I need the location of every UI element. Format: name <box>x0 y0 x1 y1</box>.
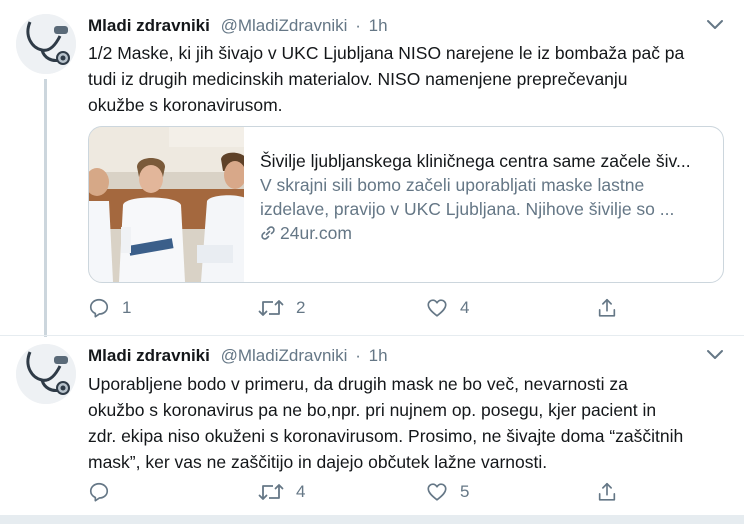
like-button[interactable]: 5 <box>426 480 469 504</box>
card-image <box>89 127 244 282</box>
timeline-separator <box>0 515 744 524</box>
reply-count: 1 <box>122 298 132 317</box>
avatar[interactable] <box>16 14 76 74</box>
card-domain-row: 24ur.com <box>260 221 712 245</box>
card-body: Šivilje ljubljanskega kliničnega centra … <box>260 149 712 245</box>
chevron-down-icon[interactable] <box>706 349 724 361</box>
tweet[interactable]: Mladi zdravniki @MladiZdravniki · 1h 1/2… <box>0 0 744 337</box>
retweet-icon <box>258 300 284 316</box>
timestamp[interactable]: 1h <box>369 346 388 365</box>
separator-dot: · <box>355 346 361 365</box>
author-name[interactable]: Mladi zdravniki <box>88 16 210 35</box>
like-count: 4 <box>460 298 470 317</box>
share-icon <box>598 482 616 501</box>
avatar[interactable] <box>16 344 76 404</box>
tweet-actions: 4 5 <box>88 480 628 504</box>
tweet-header: Mladi zdravniki @MladiZdravniki · 1h <box>88 15 388 37</box>
card-title: Šivilje ljubljanskega kliničnega centra … <box>260 151 691 171</box>
retweet-count: 4 <box>296 482 306 501</box>
card-domain: 24ur.com <box>280 223 352 243</box>
tweet-text: Uporabljene bodo v primeru, da drugih ma… <box>88 374 684 472</box>
tweet-header: Mladi zdravniki @MladiZdravniki · 1h <box>88 345 388 367</box>
link-card[interactable]: Šivilje ljubljanskega kliničnega centra … <box>88 126 724 283</box>
author-handle[interactable]: @MladiZdravniki <box>221 16 348 35</box>
card-description: V skrajni sili bomo začeli uporabljati m… <box>260 175 675 219</box>
author-handle[interactable]: @MladiZdravniki <box>221 346 348 365</box>
reply-button[interactable] <box>88 480 122 504</box>
separator-dot: · <box>355 16 361 35</box>
link-icon <box>261 226 275 240</box>
author-name[interactable]: Mladi zdravniki <box>88 346 210 365</box>
share-icon <box>598 298 616 317</box>
reply-icon <box>89 482 109 502</box>
tweet[interactable]: Mladi zdravniki @MladiZdravniki · 1h Upo… <box>0 336 744 516</box>
tweet-text: 1/2 Maske, ki jih šivajo v UKC Ljubljana… <box>88 43 685 115</box>
reply-icon <box>89 298 109 318</box>
heart-icon <box>427 483 447 501</box>
chevron-down-icon[interactable] <box>706 19 724 31</box>
retweet-count: 2 <box>296 298 306 317</box>
share-button[interactable] <box>596 296 618 320</box>
retweet-button[interactable]: 2 <box>258 296 305 320</box>
timestamp[interactable]: 1h <box>369 16 388 35</box>
retweet-button[interactable]: 4 <box>258 480 305 504</box>
retweet-icon <box>258 484 284 500</box>
stethoscope-icon <box>16 344 76 404</box>
reply-button[interactable]: 1 <box>88 296 131 320</box>
tweet-actions: 1 2 4 <box>88 296 628 320</box>
heart-icon <box>427 299 447 317</box>
thread-line <box>44 79 47 337</box>
stethoscope-icon <box>16 14 76 74</box>
like-count: 5 <box>460 482 470 501</box>
like-button[interactable]: 4 <box>426 296 469 320</box>
share-button[interactable] <box>596 480 618 504</box>
